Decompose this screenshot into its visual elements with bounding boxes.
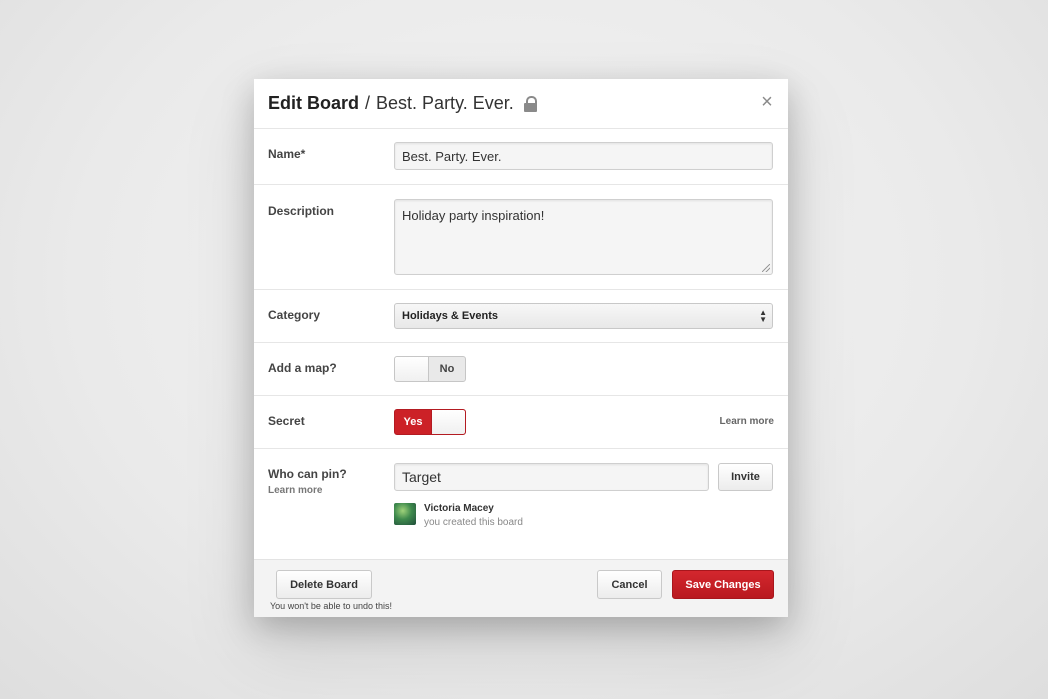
lock-icon (523, 95, 537, 112)
dialog-footer: Delete Board You won't be able to undo t… (254, 559, 788, 617)
avatar (394, 503, 416, 525)
secret-toggle-label: Yes (403, 416, 423, 428)
delete-board-button[interactable]: Delete Board (276, 570, 372, 599)
category-row: Category Holidays & Events ▲ ▼ (254, 290, 788, 343)
description-label: Description (268, 204, 335, 218)
cancel-button[interactable]: Cancel (597, 570, 662, 599)
who-can-pin-input[interactable]: Target (394, 463, 709, 491)
edit-board-dialog: Edit Board / Best. Party. Ever. × Name* … (254, 79, 788, 617)
description-textarea[interactable]: Holiday party inspiration! (394, 199, 773, 275)
description-row: Description Holiday party inspiration! (254, 185, 788, 290)
toggle-knob (431, 410, 465, 434)
dialog-title: Edit Board (268, 93, 360, 113)
resize-handle-icon[interactable] (762, 264, 770, 272)
toggle-knob (395, 357, 429, 381)
collaborator-subtitle: you created this board (424, 517, 523, 528)
category-select[interactable]: Holidays & Events ▲ ▼ (394, 303, 773, 329)
close-icon[interactable]: × (758, 92, 776, 112)
category-selected-value: Holidays & Events (402, 310, 498, 322)
description-value: Holiday party inspiration! (402, 208, 545, 223)
secret-row: Secret Yes Learn more (254, 396, 788, 449)
who-can-pin-value: Target (402, 469, 441, 485)
who-can-pin-learn-more-link[interactable]: Learn more (268, 485, 322, 496)
invite-button[interactable]: Invite (718, 463, 773, 491)
map-row: Add a map? No (254, 343, 788, 396)
board-name-title: Best. Party. Ever. (376, 93, 514, 113)
map-toggle-label: No (439, 363, 455, 375)
who-can-pin-row: Who can pin? Learn more Target Invite Vi… (254, 449, 788, 559)
name-row: Name* Best. Party. Ever. (254, 129, 788, 185)
who-can-pin-label: Who can pin? (268, 467, 347, 481)
map-toggle[interactable]: No (394, 356, 466, 382)
secret-label: Secret (268, 414, 305, 428)
select-arrows-icon: ▲ ▼ (759, 308, 767, 324)
name-input-value: Best. Party. Ever. (402, 148, 502, 164)
secret-learn-more-link[interactable]: Learn more (720, 416, 774, 427)
collaborator-name: Victoria Macey (424, 503, 494, 514)
secret-toggle[interactable]: Yes (394, 409, 466, 435)
name-label: Name* (268, 147, 306, 161)
name-input[interactable]: Best. Party. Ever. (394, 142, 773, 170)
dialog-header: Edit Board / Best. Party. Ever. × (254, 79, 788, 129)
title-separator: / (365, 93, 371, 113)
save-changes-button[interactable]: Save Changes (672, 570, 774, 599)
map-label: Add a map? (268, 361, 337, 375)
category-label: Category (268, 308, 321, 322)
delete-warning-note: You won't be able to undo this! (270, 601, 392, 611)
